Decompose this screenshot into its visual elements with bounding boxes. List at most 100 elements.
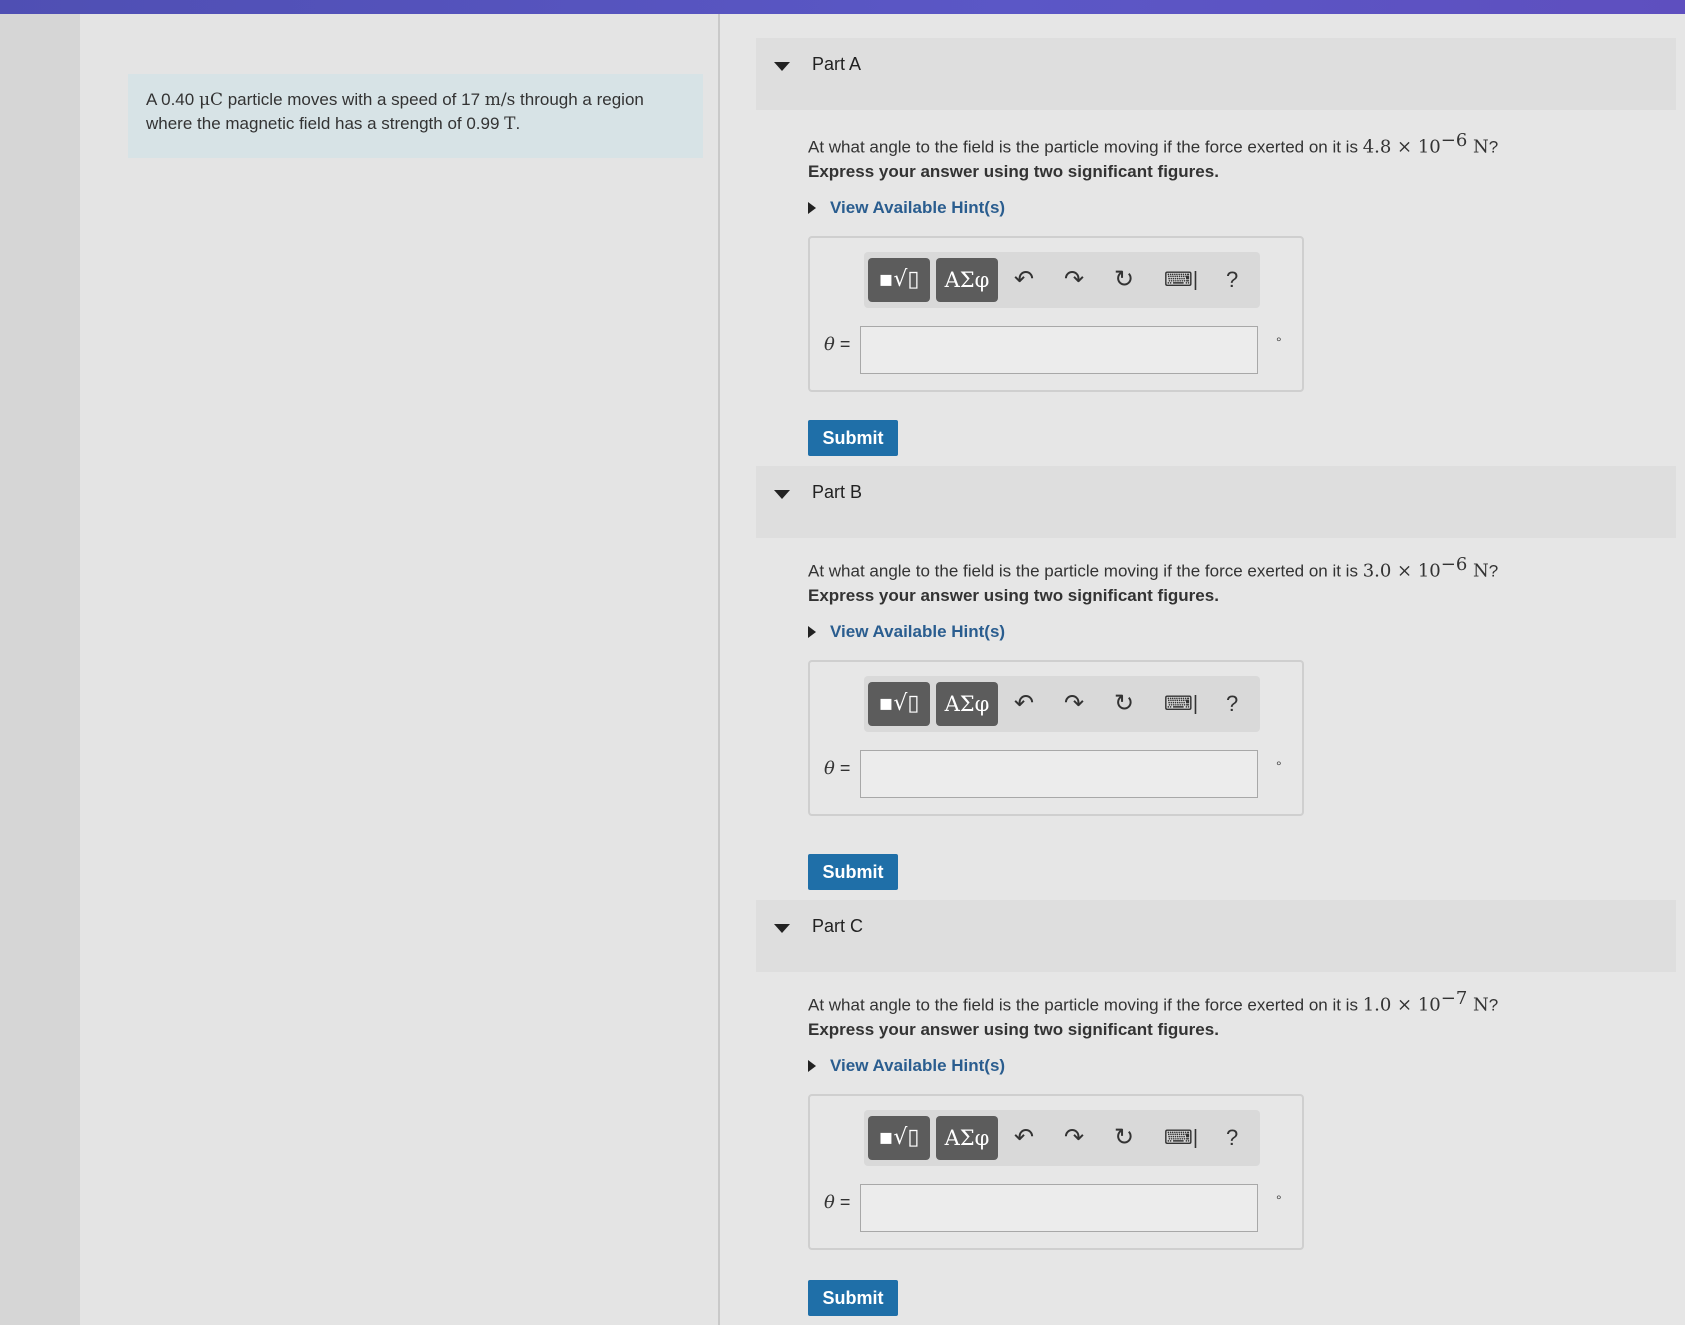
question-text: At what angle to the field is the partic… [808, 130, 1498, 158]
symbols-button[interactable]: ΑΣφ [936, 1116, 998, 1160]
force-mantissa: 4.8 [1362, 136, 1392, 158]
hint-label: View Available Hint(s) [830, 622, 1006, 641]
help-icon[interactable]: ? [1226, 1122, 1238, 1154]
view-hints-link[interactable]: View Available Hint(s) [808, 1056, 1005, 1076]
degree-unit: ° [1276, 758, 1282, 774]
equals-sign: = [834, 334, 851, 354]
collapse-caret-icon[interactable] [774, 62, 790, 71]
equals-sign: = [834, 758, 851, 778]
force-unit: N [1467, 136, 1489, 158]
answer-instruction: Express your answer using two significan… [808, 1020, 1219, 1039]
problem-text: through a region [515, 90, 644, 109]
redo-icon[interactable]: ↷ [1064, 1122, 1084, 1154]
theta-label: θ = [824, 1192, 850, 1213]
keyboard-icon[interactable]: ⌨| [1164, 1122, 1198, 1154]
answer-input[interactable] [860, 326, 1258, 374]
part-section-b: Part B At what angle to the field is the… [756, 466, 1676, 890]
redo-icon[interactable]: ↷ [1064, 688, 1084, 720]
part-title: Part C [812, 916, 864, 936]
expand-triangle-icon [808, 626, 816, 638]
math-toolbar: ▪√▯ ΑΣφ ↶ ↷ ↻ ⌨| ? [864, 676, 1260, 732]
symbols-button[interactable]: ΑΣφ [936, 258, 998, 302]
template-sqrt-icon[interactable]: ▪√▯ [868, 682, 930, 726]
expand-triangle-icon [808, 202, 816, 214]
question-suffix: ? [1488, 137, 1499, 157]
template-sqrt-icon[interactable]: ▪√▯ [868, 1116, 930, 1160]
submit-button[interactable]: Submit [808, 854, 898, 890]
question-prefix: At what angle to the field is the partic… [808, 137, 1363, 157]
problem-text: A 0.40 [146, 90, 199, 109]
theta-label: θ = [824, 758, 850, 779]
question-text: At what angle to the field is the partic… [808, 988, 1498, 1016]
force-exponent: −6 [1440, 130, 1468, 151]
part-title: Part A [812, 54, 862, 74]
part-header[interactable]: Part C [756, 900, 1676, 972]
answer-instruction: Express your answer using two significan… [808, 586, 1219, 605]
collapse-caret-icon[interactable] [774, 490, 790, 499]
answer-input[interactable] [860, 750, 1258, 798]
force-exponent: −7 [1440, 988, 1468, 1009]
answer-input[interactable] [860, 1184, 1258, 1232]
view-hints-link[interactable]: View Available Hint(s) [808, 622, 1005, 642]
answer-box: ▪√▯ ΑΣφ ↶ ↷ ↻ ⌨| ? θ = ° [808, 1094, 1304, 1250]
force-times: × 10 [1391, 994, 1441, 1016]
problem-text: particle moves with a speed of 17 [223, 90, 485, 109]
problem-statement: A 0.40 μC particle moves with a speed of… [128, 74, 703, 158]
part-section-a: Part A At what angle to the field is the… [756, 38, 1676, 456]
question-text: At what angle to the field is the partic… [808, 554, 1498, 582]
variable-symbol: θ [824, 1192, 835, 1213]
part-header[interactable]: Part B [756, 466, 1676, 538]
symbols-button[interactable]: ΑΣφ [936, 682, 998, 726]
question-prefix: At what angle to the field is the partic… [808, 561, 1363, 581]
part-header[interactable]: Part A [756, 38, 1676, 110]
help-icon[interactable]: ? [1226, 688, 1238, 720]
left-margin [0, 14, 80, 1325]
keyboard-icon[interactable]: ⌨| [1164, 688, 1198, 720]
answer-instruction: Express your answer using two significan… [808, 162, 1219, 181]
variable-symbol: θ [824, 758, 835, 779]
help-icon[interactable]: ? [1226, 264, 1238, 296]
submit-button[interactable]: Submit [808, 1280, 898, 1316]
variable-symbol: θ [824, 334, 835, 355]
reset-icon[interactable]: ↻ [1114, 264, 1134, 296]
submit-button[interactable]: Submit [808, 420, 898, 456]
hint-label: View Available Hint(s) [830, 1056, 1006, 1075]
template-sqrt-icon[interactable]: ▪√▯ [868, 258, 930, 302]
charge-unit: μC [198, 90, 223, 110]
field-unit: T [504, 114, 516, 134]
redo-icon[interactable]: ↷ [1064, 264, 1084, 296]
top-accent-bar [0, 0, 1685, 14]
force-mantissa: 3.0 [1362, 560, 1392, 582]
force-mantissa: 1.0 [1362, 994, 1392, 1016]
part-section-c: Part C At what angle to the field is the… [756, 900, 1676, 1320]
problem-text: where the magnetic field has a strength … [146, 114, 505, 133]
undo-icon[interactable]: ↶ [1014, 688, 1034, 720]
answer-box: ▪√▯ ΑΣφ ↶ ↷ ↻ ⌨| ? θ = ° [808, 236, 1304, 392]
equals-sign: = [834, 1192, 851, 1212]
degree-unit: ° [1276, 334, 1282, 350]
force-times: × 10 [1391, 560, 1441, 582]
theta-label: θ = [824, 334, 850, 355]
part-title: Part B [812, 482, 863, 502]
answer-box: ▪√▯ ΑΣφ ↶ ↷ ↻ ⌨| ? θ = ° [808, 660, 1304, 816]
undo-icon[interactable]: ↶ [1014, 264, 1034, 296]
math-toolbar: ▪√▯ ΑΣφ ↶ ↷ ↻ ⌨| ? [864, 252, 1260, 308]
problem-panel [80, 14, 720, 1325]
force-unit: N [1467, 560, 1489, 582]
keyboard-icon[interactable]: ⌨| [1164, 264, 1198, 296]
view-hints-link[interactable]: View Available Hint(s) [808, 198, 1005, 218]
reset-icon[interactable]: ↻ [1114, 1122, 1134, 1154]
force-unit: N [1467, 994, 1489, 1016]
degree-unit: ° [1276, 1192, 1282, 1208]
force-times: × 10 [1391, 136, 1441, 158]
hint-label: View Available Hint(s) [830, 198, 1006, 217]
force-exponent: −6 [1440, 554, 1468, 575]
expand-triangle-icon [808, 1060, 816, 1072]
speed-unit: m/s [484, 90, 516, 110]
question-suffix: ? [1488, 995, 1499, 1015]
question-suffix: ? [1488, 561, 1499, 581]
collapse-caret-icon[interactable] [774, 924, 790, 933]
math-toolbar: ▪√▯ ΑΣφ ↶ ↷ ↻ ⌨| ? [864, 1110, 1260, 1166]
reset-icon[interactable]: ↻ [1114, 688, 1134, 720]
undo-icon[interactable]: ↶ [1014, 1122, 1034, 1154]
